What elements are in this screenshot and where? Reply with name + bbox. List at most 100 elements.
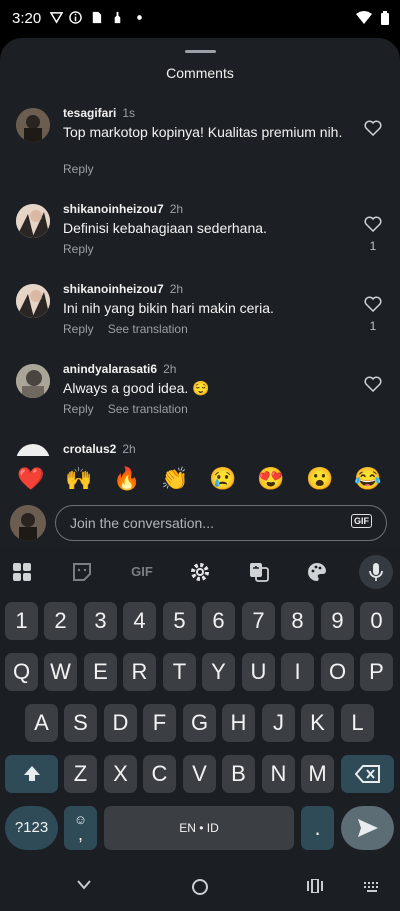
comment-item: tesagifari 1s Top markotop kopinya! Kuali… bbox=[0, 104, 400, 184]
key-c[interactable]: C bbox=[143, 755, 176, 793]
emoji-comma-key[interactable]: ☺ , bbox=[64, 806, 97, 850]
key-a[interactable]: A bbox=[25, 704, 58, 742]
key-d[interactable]: D bbox=[104, 704, 137, 742]
key-n[interactable]: N bbox=[262, 755, 295, 793]
backspace-key[interactable] bbox=[341, 755, 394, 793]
key-q[interactable]: Q bbox=[5, 653, 38, 691]
key-9[interactable]: 9 bbox=[321, 602, 354, 640]
key-u[interactable]: U bbox=[242, 653, 275, 691]
home-button-icon[interactable] bbox=[191, 878, 209, 896]
key-x[interactable]: X bbox=[104, 755, 137, 793]
status-right bbox=[355, 11, 390, 29]
emoji-surprised-button[interactable]: 😮 bbox=[305, 466, 335, 492]
gif-button[interactable]: GIF bbox=[351, 514, 372, 528]
keyboard-switch-icon[interactable] bbox=[364, 882, 380, 892]
theme-palette-icon[interactable] bbox=[305, 560, 329, 584]
key-5[interactable]: 5 bbox=[163, 602, 196, 640]
key-v[interactable]: V bbox=[183, 755, 216, 793]
sticker-icon[interactable] bbox=[70, 560, 94, 584]
key-0[interactable]: 0 bbox=[360, 602, 393, 640]
heart-icon bbox=[364, 376, 382, 393]
key-s[interactable]: S bbox=[64, 704, 97, 742]
comment-username[interactable]: shikanoinheizou7 2h bbox=[63, 282, 183, 296]
comment-time: 2h bbox=[169, 202, 184, 216]
like-button[interactable] bbox=[363, 120, 383, 141]
key-j[interactable]: J bbox=[262, 704, 295, 742]
mic-icon bbox=[369, 563, 383, 581]
key-t[interactable]: T bbox=[163, 653, 196, 691]
key-b[interactable]: B bbox=[222, 755, 255, 793]
voice-input-button[interactable] bbox=[359, 555, 393, 589]
reply-button[interactable]: Reply bbox=[63, 242, 94, 256]
key-w[interactable]: W bbox=[44, 653, 77, 691]
status-bar: 3:20 bbox=[0, 0, 400, 38]
sim-card-icon bbox=[92, 11, 102, 24]
like-button[interactable]: 1 bbox=[363, 216, 383, 253]
key-i[interactable]: I bbox=[281, 653, 314, 691]
comment-username[interactable]: crotalus2 2h bbox=[63, 442, 136, 456]
quick-emoji-row: ❤️ 🙌 🔥 👏 😢 😍 😮 😂 bbox=[0, 456, 400, 500]
key-l[interactable]: L bbox=[341, 704, 374, 742]
comment-username[interactable]: shikanoinheizou7 2h bbox=[63, 202, 183, 216]
shift-key[interactable] bbox=[5, 755, 58, 793]
reply-button[interactable]: Reply bbox=[63, 162, 94, 176]
battery-icon bbox=[381, 11, 389, 25]
emoji-heart-button[interactable]: ❤️ bbox=[16, 466, 46, 492]
comment-time: 2h bbox=[122, 442, 136, 456]
key-f[interactable]: F bbox=[143, 704, 176, 742]
apps-grid-icon[interactable] bbox=[10, 560, 34, 584]
key-1[interactable]: 1 bbox=[5, 602, 38, 640]
key-2[interactable]: 2 bbox=[44, 602, 77, 640]
sheet-drag-handle[interactable] bbox=[185, 50, 216, 53]
key-z[interactable]: Z bbox=[64, 755, 97, 793]
emoji-heart-eyes-button[interactable]: 😍 bbox=[256, 466, 286, 492]
key-6[interactable]: 6 bbox=[202, 602, 235, 640]
space-key[interactable]: EN • ID bbox=[104, 806, 294, 850]
see-translation-button[interactable]: See translation bbox=[108, 402, 188, 416]
period-key[interactable]: . bbox=[301, 806, 334, 850]
emoji-laugh-button[interactable]: 😂 bbox=[353, 466, 383, 492]
back-chevron-down-icon[interactable] bbox=[76, 879, 92, 891]
settings-gear-icon[interactable] bbox=[188, 560, 212, 584]
comment-input[interactable]: Join the conversation... GIF bbox=[55, 505, 387, 541]
send-icon bbox=[357, 819, 378, 837]
avatar[interactable] bbox=[16, 364, 50, 398]
gif-keyboard-button[interactable]: GIF bbox=[128, 564, 156, 588]
see-translation-button[interactable]: See translation bbox=[108, 322, 188, 336]
comment-username[interactable]: anindyalarasati6 2h bbox=[63, 362, 176, 376]
key-p[interactable]: P bbox=[360, 653, 393, 691]
recents-icon[interactable] bbox=[306, 879, 324, 893]
key-h[interactable]: H bbox=[222, 704, 255, 742]
key-r[interactable]: R bbox=[123, 653, 156, 691]
status-time: 3:20 bbox=[12, 10, 42, 27]
key-o[interactable]: O bbox=[321, 653, 354, 691]
key-4[interactable]: 4 bbox=[123, 602, 156, 640]
comment-username[interactable]: tesagifari 1s bbox=[63, 106, 135, 120]
comment-time: 1s bbox=[122, 106, 136, 120]
avatar[interactable] bbox=[16, 204, 50, 238]
keyboard: GIF 1 2 3 4 5 6 7 8 9 0 Q W E R T Y U I … bbox=[0, 548, 400, 862]
reply-button[interactable]: Reply bbox=[63, 402, 94, 416]
emoji-fire-button[interactable]: 🔥 bbox=[112, 466, 142, 492]
like-button[interactable]: 1 bbox=[363, 296, 383, 333]
key-m[interactable]: M bbox=[301, 755, 334, 793]
key-k[interactable]: K bbox=[301, 704, 334, 742]
send-key[interactable] bbox=[341, 806, 394, 850]
emoji-raised-hands-button[interactable]: 🙌 bbox=[64, 466, 94, 492]
avatar[interactable] bbox=[16, 108, 50, 142]
key-g[interactable]: G bbox=[183, 704, 216, 742]
symbols-key[interactable]: ?123 bbox=[5, 806, 58, 850]
comment-time: 2h bbox=[163, 362, 177, 376]
emoji-cry-button[interactable]: 😢 bbox=[208, 466, 238, 492]
reply-button[interactable]: Reply bbox=[63, 322, 94, 336]
emoji-clap-button[interactable]: 👏 bbox=[160, 466, 190, 492]
key-y[interactable]: Y bbox=[202, 653, 235, 691]
avatar[interactable] bbox=[16, 284, 50, 318]
like-button[interactable] bbox=[363, 376, 383, 397]
key-3[interactable]: 3 bbox=[84, 602, 117, 640]
comment-text: Top markotop kopinya! Kualitas premium n… bbox=[63, 124, 343, 140]
key-7[interactable]: 7 bbox=[242, 602, 275, 640]
key-e[interactable]: E bbox=[84, 653, 117, 691]
translate-icon[interactable] bbox=[247, 560, 271, 584]
key-8[interactable]: 8 bbox=[281, 602, 314, 640]
